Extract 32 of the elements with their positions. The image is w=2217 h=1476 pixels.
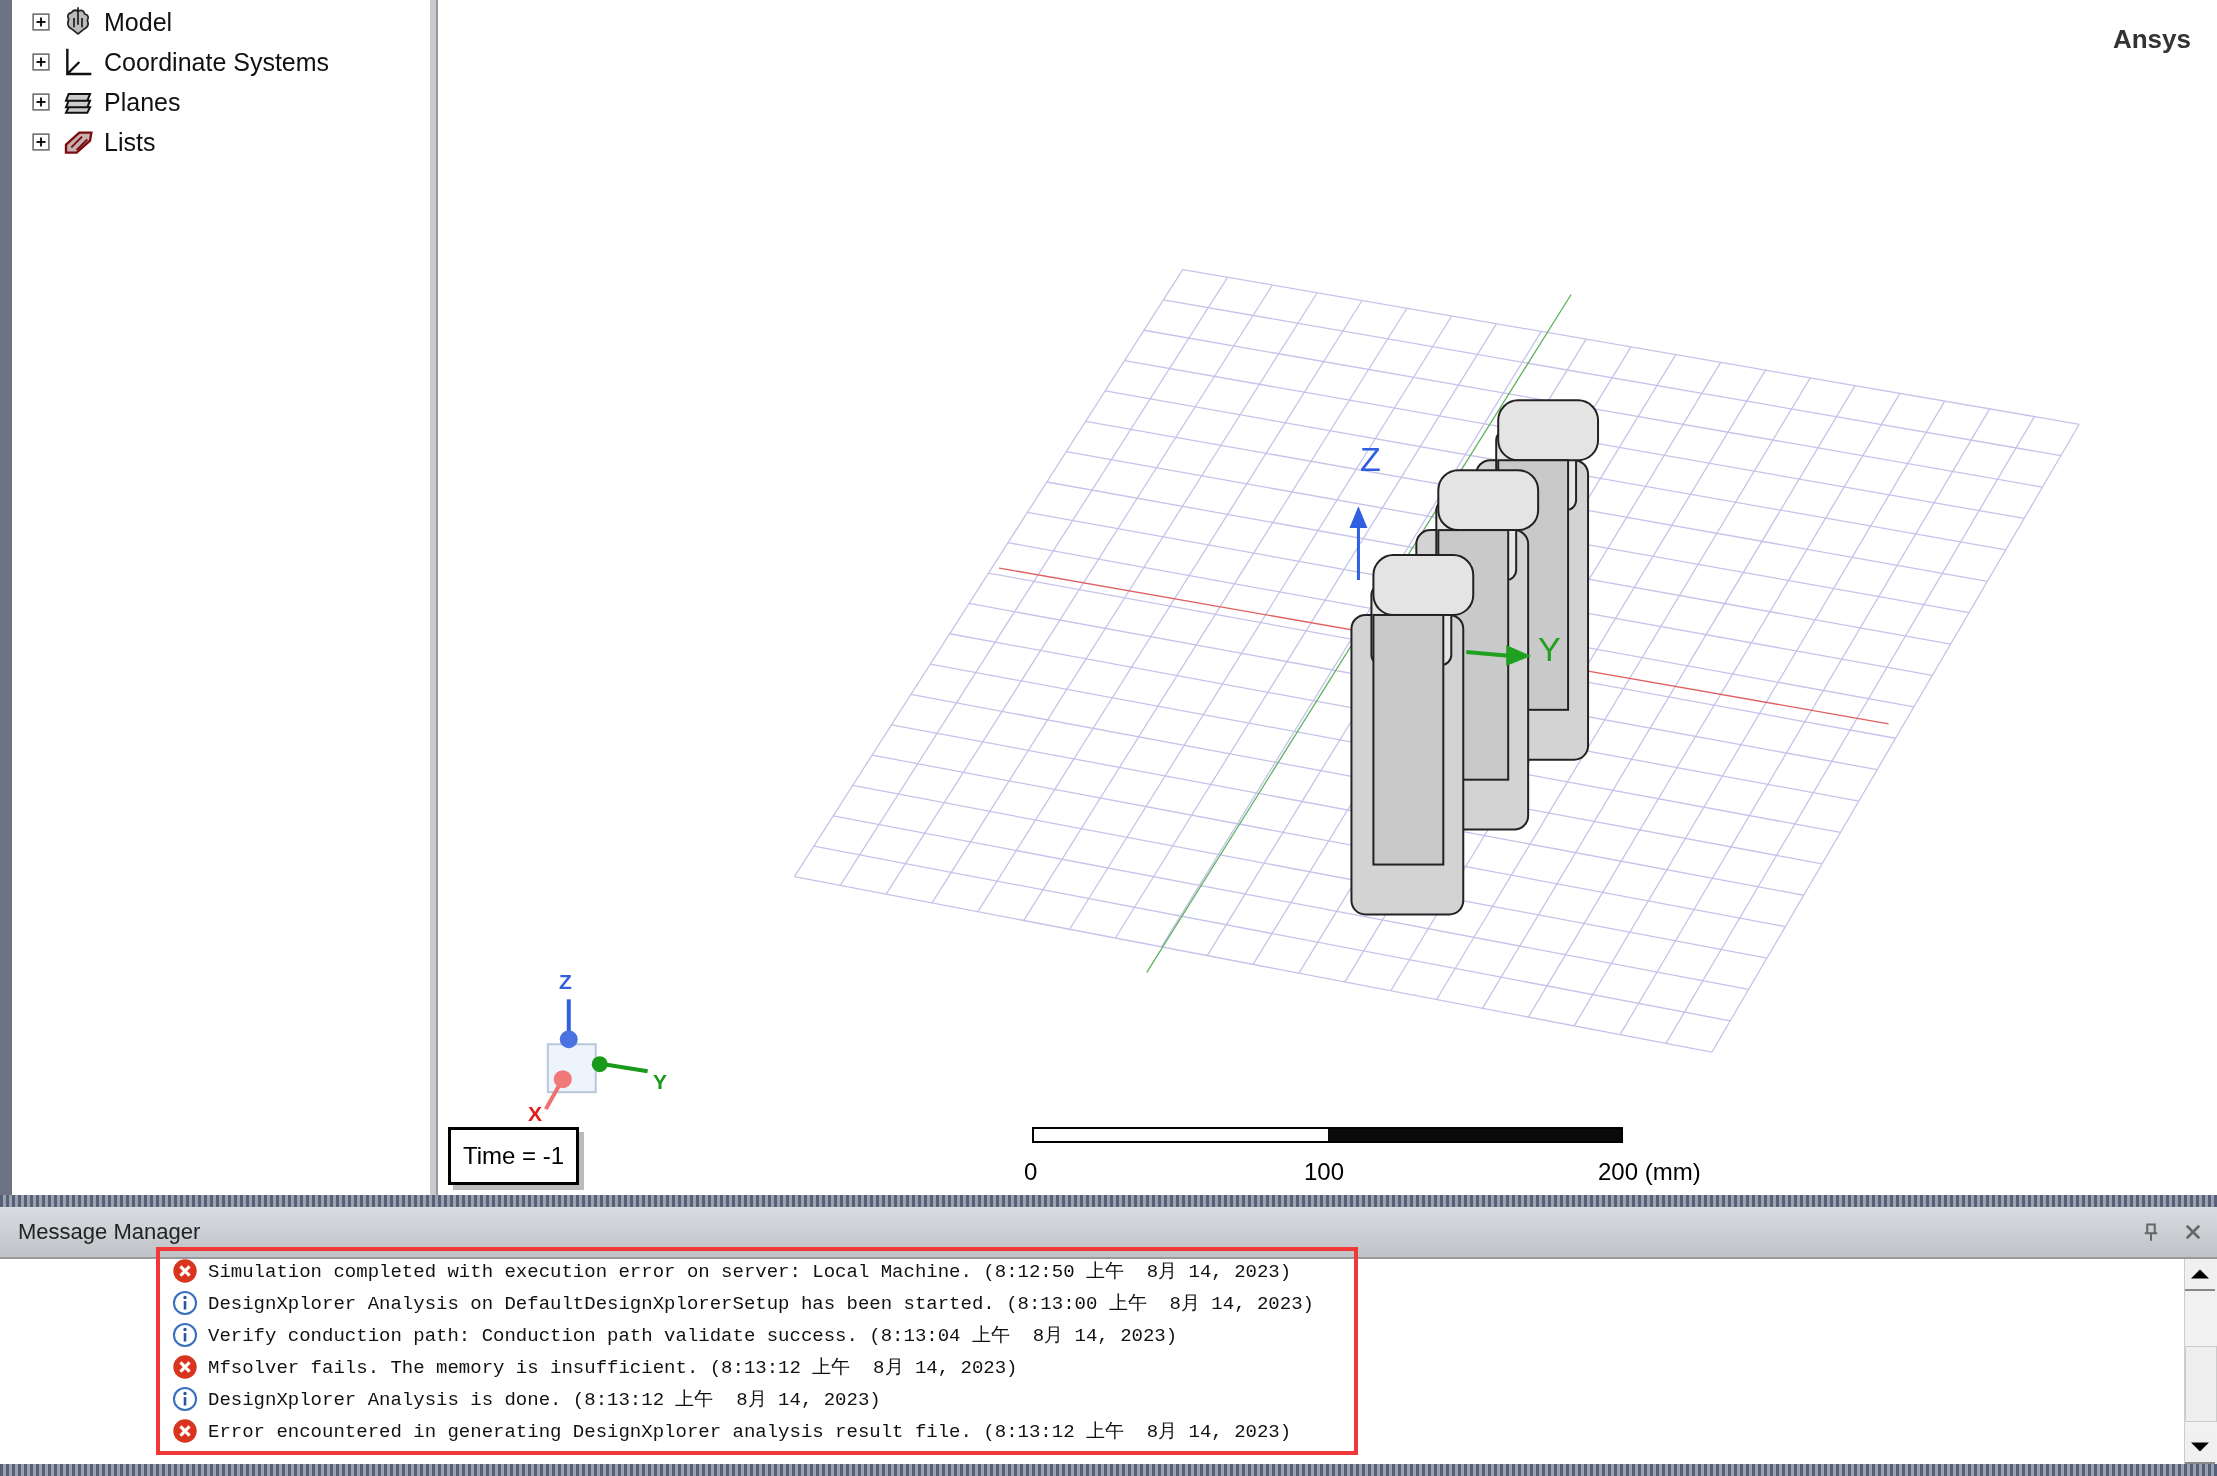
- scale-label: 200 (mm): [1598, 1158, 1701, 1186]
- expand-icon[interactable]: [32, 93, 50, 111]
- scale-label: 0: [1024, 1158, 1038, 1186]
- axis-label: Y: [653, 1070, 667, 1094]
- message-text: DesignXplorer Analysis on DefaultDesignXplorerSetup has been started. (8:13:00 上午 8月 14, 2023): [208, 1292, 1314, 1316]
- message-text: Mfsolver fails. The memory is insufficient. (8:13:12 上午 8月 14, 2023): [208, 1356, 1018, 1380]
- expand-icon[interactable]: [32, 53, 50, 71]
- info-icon: [172, 1386, 198, 1412]
- axis-label: X: [528, 1102, 542, 1126]
- error-icon: [172, 1354, 198, 1380]
- scrollbar[interactable]: [2184, 1259, 2217, 1464]
- message-text: Verify conduction path: Conduction path validate success. (8:13:04 上午 8月 14, 2023): [208, 1324, 1178, 1348]
- info-icon: [172, 1322, 198, 1348]
- message-text: Simulation completed with execution error on server: Local Machine. (8:12:50 上午 8月 14, 2023): [208, 1260, 1292, 1284]
- message-text: DesignXplorer Analysis is done. (8:13:12 上午 8月 14, 2023): [208, 1388, 881, 1412]
- message-text: Error encountered in generating DesignXplorer analysis result file. (8:13:12 上午 8月 14, 2023): [208, 1420, 1292, 1444]
- y-axis-arrow: [1466, 644, 1532, 666]
- close-icon[interactable]: [2183, 1222, 2203, 1242]
- axis-label: Z: [1360, 440, 1381, 479]
- error-icon: [172, 1418, 198, 1444]
- panel-title: Message Manager: [18, 1219, 202, 1245]
- tree-item[interactable]: Coordinate Systems: [104, 47, 330, 77]
- tree-item[interactable]: Lists: [104, 127, 156, 157]
- axis-label: Z: [559, 970, 572, 994]
- expand-icon[interactable]: [32, 133, 50, 151]
- tree-item[interactable]: Planes: [104, 87, 181, 117]
- tree-item[interactable]: Model: [104, 7, 173, 37]
- brand-label: Ansys: [2112, 24, 2191, 55]
- scale-label: 100: [1304, 1158, 1345, 1186]
- axis-label: Y: [1538, 630, 1561, 669]
- expand-icon[interactable]: [32, 13, 50, 31]
- info-icon: [172, 1290, 198, 1316]
